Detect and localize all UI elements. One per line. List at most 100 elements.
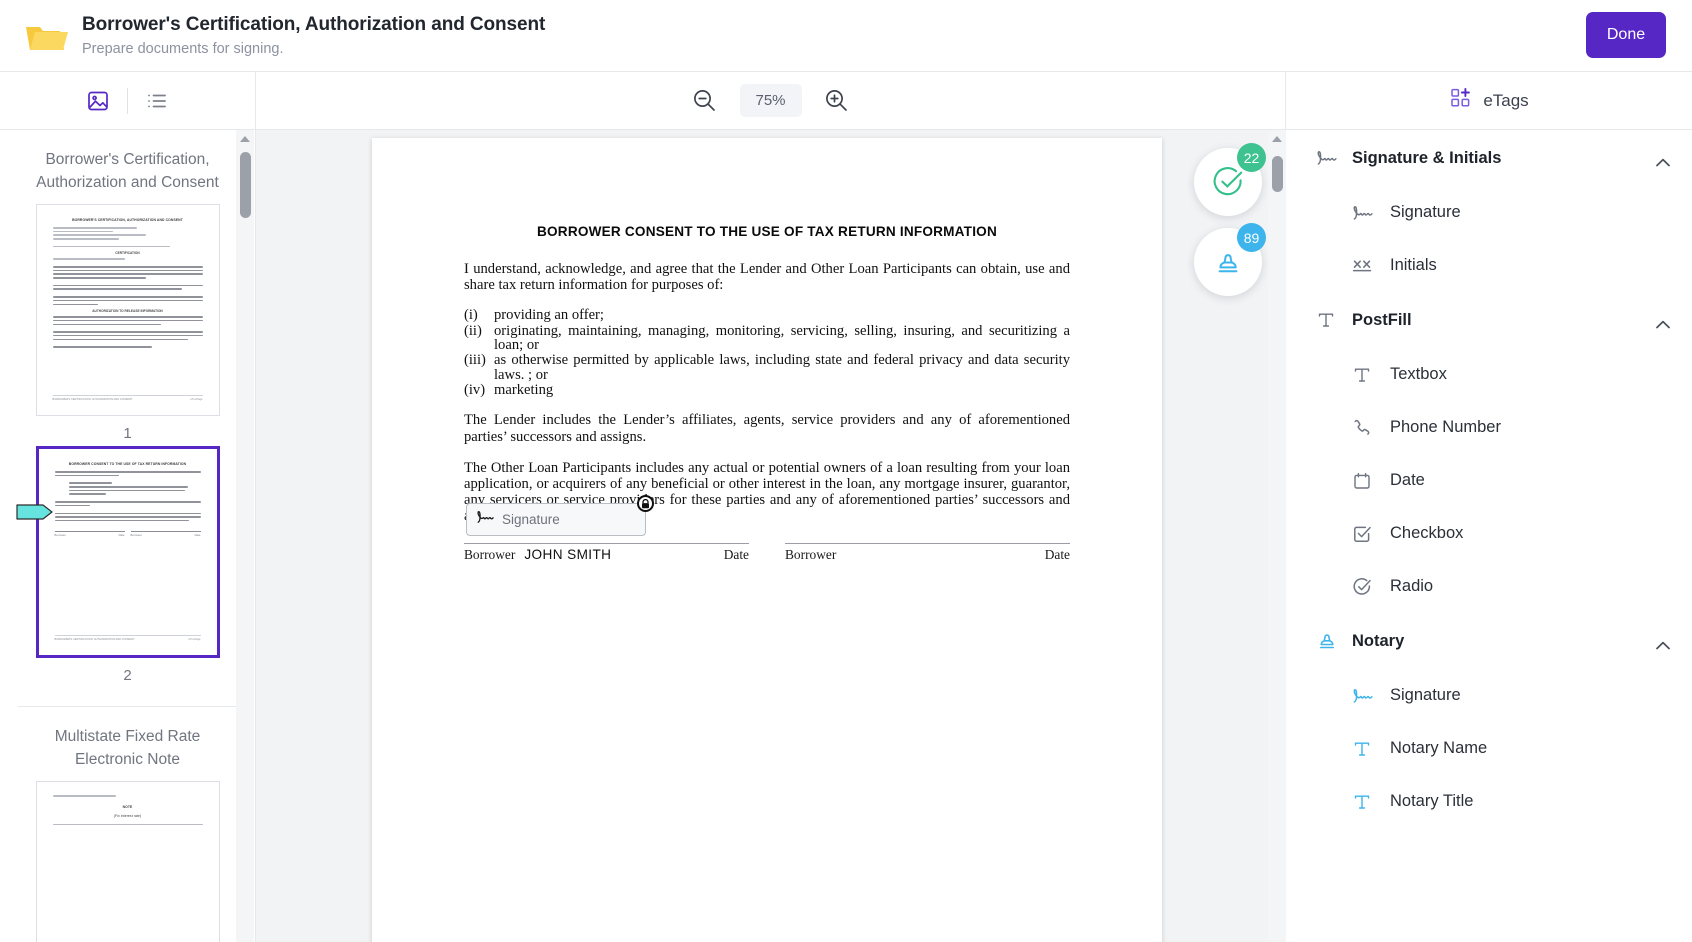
scrollbar-thumb[interactable] bbox=[240, 152, 251, 218]
signature-squiggle-icon bbox=[476, 510, 495, 529]
zoom-level-value[interactable]: 75% bbox=[739, 84, 802, 117]
mini-signature-left: Borrower Date bbox=[54, 531, 125, 538]
done-button[interactable]: Done bbox=[1586, 12, 1666, 58]
document-preparation-app: Borrower's Certification, Authorization … bbox=[0, 0, 1692, 942]
signature-lines: Borrower JOHN SMITH Date Borrower Date bbox=[464, 543, 1070, 563]
etags-button[interactable]: eTags bbox=[1286, 72, 1692, 129]
mini-page-content: BORROWER'S CERTIFICATION, AUTHORIZATION … bbox=[37, 205, 219, 415]
text-t-icon bbox=[1352, 365, 1378, 385]
etag-item-label: Signature bbox=[1390, 686, 1461, 704]
mini-heading: BORROWER CONSENT TO THE USE OF TAX RETUR… bbox=[68, 462, 187, 466]
toolbar-zoom-controls: 75% bbox=[256, 72, 1286, 129]
mini-footer: BORROWER'S CERTIFICATION, AUTHORIZATION … bbox=[52, 395, 203, 401]
etags-panel: Signature & Initials Signature Initials … bbox=[1286, 130, 1692, 942]
chevron-up-icon[interactable] bbox=[1656, 316, 1670, 328]
signature-squiggle-icon bbox=[1352, 205, 1378, 221]
mini-section-1: CERTIFICATION bbox=[115, 251, 140, 256]
app-header: Borrower's Certification, Authorization … bbox=[0, 0, 1692, 72]
notary-tags-button[interactable]: 89 bbox=[1194, 223, 1266, 296]
text-t-icon bbox=[1352, 739, 1378, 759]
signature-tag-field[interactable]: Signature bbox=[466, 495, 654, 536]
notary-tags-badge: 89 bbox=[1237, 223, 1266, 252]
list-item-text: marketing bbox=[494, 381, 554, 398]
mini-signature-right: Borrower Date bbox=[130, 531, 201, 538]
image-thumbnail-icon[interactable] bbox=[83, 86, 113, 116]
borrower-label: Borrower bbox=[785, 547, 837, 562]
thumbnail-item-note-page-1[interactable]: NOTE (Fix interest rate) bbox=[0, 781, 255, 942]
mini-section-2: AUTHORIZATION TO RELEASE INFORMATION bbox=[92, 309, 163, 314]
list-view-icon[interactable] bbox=[142, 86, 172, 116]
mini-page-content: NOTE (Fix interest rate) bbox=[37, 782, 219, 942]
calendar-icon bbox=[1352, 471, 1378, 491]
toolbar: 75% eTags bbox=[0, 72, 1692, 130]
mini-sig-label: Borrower bbox=[54, 533, 66, 538]
mini-signature-row: Borrower Date Borrower Date bbox=[54, 531, 201, 538]
scroll-up-arrow-icon[interactable] bbox=[240, 136, 250, 142]
page-thumbnail-1[interactable]: BORROWER'S CERTIFICATION, AUTHORIZATION … bbox=[35, 204, 220, 416]
section-header-notary[interactable]: Notary bbox=[1286, 613, 1692, 669]
header-titles: Borrower's Certification, Authorization … bbox=[82, 13, 545, 59]
document-heading: BORROWER CONSENT TO THE USE OF TAX RETUR… bbox=[537, 224, 997, 239]
mini-footer-right: eTru-Page bbox=[190, 398, 203, 401]
thumbnail-panel-scrollbar[interactable] bbox=[236, 130, 254, 942]
mini-footer-left: BORROWER'S CERTIFICATION, AUTHORIZATION … bbox=[54, 638, 135, 641]
completed-tags-button[interactable]: 22 bbox=[1194, 143, 1266, 216]
chevron-up-icon[interactable] bbox=[1656, 637, 1670, 649]
thumbnail-item-page-1[interactable]: BORROWER'S CERTIFICATION, AUTHORIZATION … bbox=[0, 204, 255, 442]
section-header-signature-initials[interactable]: Signature & Initials bbox=[1286, 130, 1692, 186]
chevron-up-icon[interactable] bbox=[1656, 154, 1670, 166]
document-numbered-list: (i) providing an offer; (ii) originating… bbox=[464, 308, 1070, 397]
mini-footer: BORROWER'S CERTIFICATION, AUTHORIZATION … bbox=[54, 635, 201, 641]
etag-item-checkbox[interactable]: Checkbox bbox=[1286, 507, 1692, 560]
document-viewer: BORROWER CONSENT TO THE USE OF TAX RETUR… bbox=[256, 130, 1286, 942]
mini-sig-date: Date bbox=[118, 533, 125, 538]
notary-stamp-icon bbox=[1316, 630, 1342, 652]
cyan-arrow-marker[interactable] bbox=[16, 502, 54, 522]
etag-item-date[interactable]: Date bbox=[1286, 454, 1692, 507]
etag-item-signature[interactable]: Signature bbox=[1286, 186, 1692, 239]
etag-item-notary-name[interactable]: Notary Name bbox=[1286, 722, 1692, 775]
signature-rule bbox=[785, 543, 1070, 544]
etag-item-initials[interactable]: Initials bbox=[1286, 239, 1692, 292]
etag-item-label: Phone Number bbox=[1390, 418, 1501, 436]
document-group-title-1: Borrower's Certification, Authorization … bbox=[36, 151, 219, 191]
list-item: (iv) marketing bbox=[464, 383, 1070, 398]
lock-icon[interactable] bbox=[637, 495, 654, 512]
borrower-name-value: JOHN SMITH bbox=[524, 547, 612, 562]
scrollbar-thumb[interactable] bbox=[1272, 156, 1283, 192]
etag-item-label: Initials bbox=[1390, 256, 1437, 274]
text-t-icon bbox=[1352, 792, 1378, 812]
page-thumbnail-2[interactable]: BORROWER CONSENT TO THE USE OF TAX RETUR… bbox=[35, 446, 220, 658]
mini-sig-date: Date bbox=[194, 533, 201, 538]
page-thumbnail-note-1[interactable]: NOTE (Fix interest rate) bbox=[35, 781, 220, 942]
etag-item-notary-title[interactable]: Notary Title bbox=[1286, 775, 1692, 828]
etag-item-label: Signature bbox=[1390, 203, 1461, 221]
etag-item-label: Notary Title bbox=[1390, 792, 1474, 810]
completed-tags-badge: 22 bbox=[1237, 143, 1266, 172]
page-subtitle: Prepare documents for signing. bbox=[82, 40, 284, 57]
borrower-label: Borrower bbox=[464, 547, 516, 562]
etag-item-notary-signature[interactable]: Signature bbox=[1286, 669, 1692, 722]
thumbnail-page-number: 1 bbox=[123, 425, 132, 442]
zoom-out-icon[interactable] bbox=[688, 84, 722, 118]
thumbnail-item-page-2[interactable]: BORROWER CONSENT TO THE USE OF TAX RETUR… bbox=[0, 446, 255, 684]
etag-item-label: Notary Name bbox=[1390, 739, 1488, 757]
etag-item-textbox[interactable]: Textbox bbox=[1286, 348, 1692, 401]
zoom-in-icon[interactable] bbox=[820, 84, 854, 118]
scroll-up-arrow-icon[interactable] bbox=[1272, 136, 1282, 142]
signature-rule bbox=[464, 543, 749, 544]
section-title: PostFill bbox=[1352, 310, 1412, 329]
mini-footer-left: BORROWER'S CERTIFICATION, AUTHORIZATION … bbox=[52, 398, 133, 401]
etag-item-label: Date bbox=[1390, 471, 1425, 489]
etag-item-radio[interactable]: Radio bbox=[1286, 560, 1692, 613]
etag-item-phone-number[interactable]: Phone Number bbox=[1286, 401, 1692, 454]
list-item-number: (i) bbox=[464, 307, 478, 324]
section-header-postfill[interactable]: PostFill bbox=[1286, 292, 1692, 348]
radio-check-icon bbox=[1352, 577, 1378, 597]
list-item-text: as otherwise permitted by applicable law… bbox=[494, 352, 1070, 383]
viewer-scrollbar[interactable] bbox=[1268, 130, 1286, 942]
list-item-number: (ii) bbox=[464, 322, 482, 339]
date-label: Date bbox=[1044, 547, 1070, 562]
floating-action-stack: 22 89 bbox=[1194, 143, 1266, 296]
document-page: BORROWER CONSENT TO THE USE OF TAX RETUR… bbox=[372, 138, 1162, 942]
